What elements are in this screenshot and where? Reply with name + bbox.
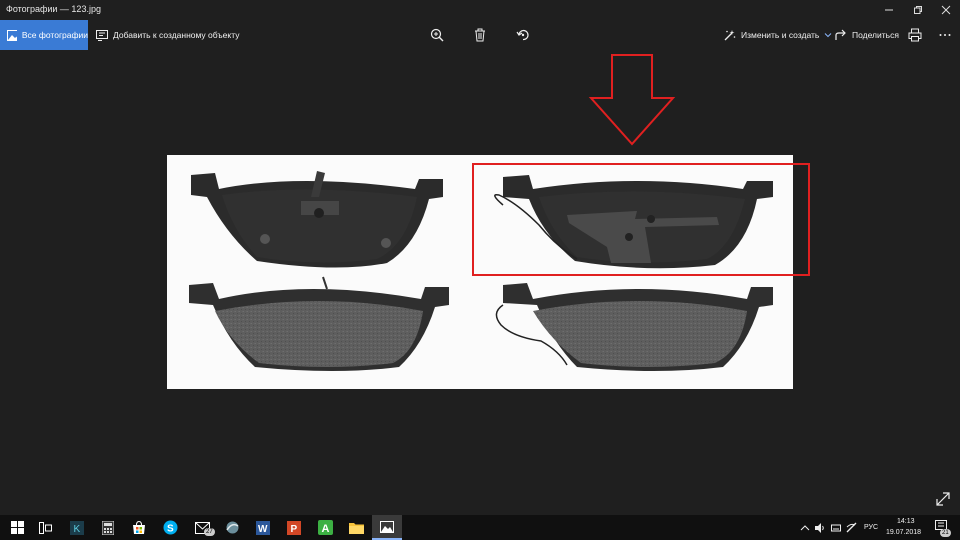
delete-button[interactable] — [471, 26, 489, 44]
window-title: Фотографии — 123.jpg — [6, 4, 101, 14]
start-button[interactable] — [2, 515, 32, 540]
more-button[interactable] — [936, 26, 954, 44]
title-bar: Фотографии — 123.jpg — [0, 0, 960, 20]
notification-count: 21 — [940, 529, 951, 537]
svg-text:K: K — [74, 524, 81, 535]
add-to-creation-icon — [96, 29, 108, 41]
task-view-button[interactable] — [30, 515, 60, 540]
svg-text:P: P — [291, 524, 298, 535]
taskbar-network-app[interactable] — [217, 515, 247, 540]
svg-text:A: A — [321, 523, 329, 535]
add-to-creation-label: Добавить к созданному объекту — [113, 30, 240, 40]
taskbar-store[interactable] — [124, 515, 154, 540]
minimize-icon — [884, 9, 893, 11]
minimize-button[interactable] — [873, 0, 904, 20]
print-button[interactable] — [906, 26, 924, 44]
svg-text:S: S — [167, 524, 174, 535]
photo-icon — [7, 29, 17, 41]
annotation-overlay — [472, 54, 810, 276]
volume-icon[interactable] — [815, 523, 825, 533]
close-button[interactable] — [930, 0, 960, 20]
taskbar-file-explorer[interactable] — [341, 515, 371, 540]
skype-icon: S — [163, 520, 177, 535]
rotate-button[interactable] — [514, 26, 532, 44]
edit-create-icon — [724, 30, 736, 41]
tray-chevron-up-icon[interactable] — [800, 524, 810, 532]
calculator-icon — [102, 520, 114, 535]
k-app-icon: K — [70, 520, 84, 535]
delete-icon — [475, 28, 485, 42]
zoom-button[interactable] — [428, 26, 446, 44]
chevron-down-icon — [824, 33, 832, 38]
share-button[interactable]: Поделиться — [835, 20, 899, 50]
edit-create-label: Изменить и создать — [741, 30, 820, 40]
rotate-icon — [516, 29, 529, 41]
clock-time[interactable]: 14:13 — [897, 518, 915, 525]
powerpoint-icon: P — [287, 520, 301, 535]
store-icon — [133, 520, 145, 534]
language-indicator[interactable]: РУС — [864, 524, 878, 531]
taskbar-k-app[interactable]: K — [62, 515, 92, 540]
a-app-icon: A — [317, 520, 333, 535]
taskbar-mail[interactable]: 27 — [187, 515, 217, 540]
all-photos-label: Все фотографии — [21, 30, 88, 40]
folder-icon — [348, 523, 364, 534]
all-photos-button[interactable]: Все фотографии — [0, 20, 88, 50]
restore-icon — [913, 6, 922, 14]
fullscreen-button[interactable] — [935, 491, 953, 509]
windows-start-icon — [10, 521, 24, 534]
mail-badge: 27 — [204, 528, 215, 536]
word-icon: W — [256, 520, 270, 535]
taskbar-word[interactable]: W — [248, 515, 278, 540]
clock-date[interactable]: 19.07.2018 — [886, 529, 921, 536]
taskbar-powerpoint[interactable]: P — [279, 515, 309, 540]
photo-viewer — [0, 50, 960, 515]
add-to-creation-button[interactable]: Добавить к созданному объекту — [96, 20, 239, 50]
close-icon — [941, 5, 950, 15]
share-icon — [835, 29, 846, 40]
restore-button[interactable] — [902, 0, 933, 20]
task-view-icon — [38, 521, 52, 534]
network-app-icon — [225, 521, 238, 534]
expand-icon — [936, 492, 950, 506]
network-icon[interactable] — [846, 522, 857, 533]
taskbar: K S 27 W P A РУС 14:13 19.07.2018 21 — [0, 515, 960, 540]
svg-text:W: W — [258, 524, 268, 535]
photos-icon — [380, 520, 394, 533]
taskbar-skype[interactable]: S — [155, 515, 185, 540]
print-icon — [908, 28, 922, 42]
annotation-frame — [472, 163, 810, 276]
annotation-arrow — [588, 54, 676, 146]
taskbar-photos[interactable] — [372, 515, 402, 540]
toolbar: Все фотографии Добавить к созданному объ… — [0, 20, 960, 50]
zoom-icon — [430, 28, 444, 42]
edit-create-button[interactable]: Изменить и создать — [724, 20, 832, 50]
share-label: Поделиться — [852, 30, 899, 40]
taskbar-a-app[interactable]: A — [310, 515, 340, 540]
taskbar-calculator[interactable] — [93, 515, 123, 540]
more-icon — [939, 34, 951, 36]
keyboard-icon[interactable] — [831, 523, 841, 533]
